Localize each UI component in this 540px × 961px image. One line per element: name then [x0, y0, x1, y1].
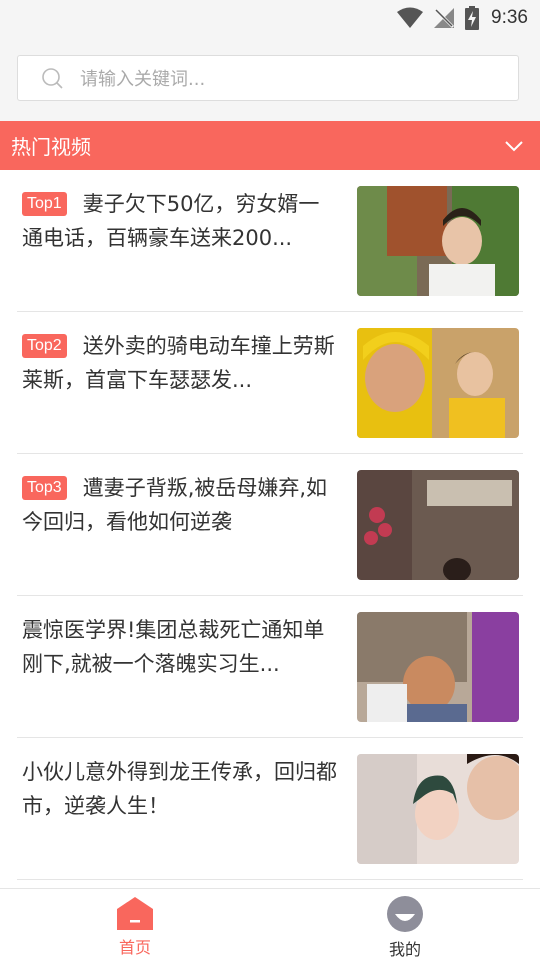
chevron-down-icon[interactable] [504, 140, 524, 152]
video-item-2[interactable]: Top2 送外卖的骑电动车撞上劳斯莱斯，首富下车瑟瑟发... [17, 312, 523, 454]
tab-mine[interactable]: 我的 [270, 889, 540, 961]
tab-mine-label: 我的 [388, 940, 421, 959]
tab-home-label: 首页 [118, 938, 151, 957]
search-area: 请输入关键词... [0, 36, 540, 121]
video-title-text: 小伙儿意外得到龙王传承，回归都市，逆袭人生！ [22, 760, 337, 818]
video-thumbnail[interactable] [357, 754, 519, 864]
search-placeholder: 请输入关键词... [80, 69, 206, 90]
wifi-icon [397, 7, 424, 28]
video-list: Top1 妻子欠下50亿，穷女婿一通电话，百辆豪车送来200... Top2 送外卖… [0, 170, 540, 880]
video-item-5[interactable]: 小伙儿意外得到龙王传承，回归都市，逆袭人生！ [17, 738, 523, 880]
video-item-1[interactable]: Top1 妻子欠下50亿，穷女婿一通电话，百辆豪车送来200... [17, 170, 523, 312]
rank-badge: Top2 [22, 334, 67, 358]
video-title: 小伙儿意外得到龙王传承，回归都市，逆袭人生！ [22, 755, 338, 823]
video-thumbnail[interactable] [357, 470, 519, 580]
video-item-3[interactable]: Top3 遭妻子背叛,被岳母嫌弃,如今回归，看他如何逆袭 [17, 454, 523, 596]
video-thumbnail[interactable] [357, 328, 519, 438]
video-title-text: 遭妻子背叛,被岳母嫌弃,如今回归，看他如何逆袭 [22, 476, 328, 534]
bottom-tab-bar: 首页 我的 [0, 888, 540, 961]
rank-badge: Top1 [22, 192, 67, 216]
rank-badge: Top3 [22, 476, 67, 500]
video-title-text: 送外卖的骑电动车撞上劳斯莱斯，首富下车瑟瑟发... [22, 334, 335, 392]
video-item-4[interactable]: 震惊医学界!集团总裁死亡通知单刚下,就被一个落魄实习生... [17, 596, 523, 738]
search-icon [42, 68, 63, 89]
section-title: 热门视频 [11, 135, 91, 159]
video-title: Top2 送外卖的骑电动车撞上劳斯莱斯，首富下车瑟瑟发... [22, 329, 338, 397]
no-signal-icon [433, 7, 455, 29]
video-title-text: 震惊医学界!集团总裁死亡通知单刚下,就被一个落魄实习生... [22, 618, 325, 676]
home-icon [117, 897, 153, 930]
profile-icon [387, 896, 423, 932]
tab-home[interactable]: 首页 [0, 889, 270, 961]
status-bar: 9:36 [0, 0, 540, 36]
video-thumbnail[interactable] [357, 186, 519, 296]
video-title: Top3 遭妻子背叛,被岳母嫌弃,如今回归，看他如何逆袭 [22, 471, 338, 539]
status-icons: 9:36 [397, 4, 528, 32]
battery-charging-icon [465, 6, 480, 30]
status-time: 9:36 [491, 7, 528, 28]
video-title: 震惊医学界!集团总裁死亡通知单刚下,就被一个落魄实习生... [22, 613, 338, 681]
hot-videos-header[interactable]: 热门视频 [0, 121, 540, 170]
search-input[interactable]: 请输入关键词... [17, 55, 519, 101]
video-thumbnail[interactable] [357, 612, 519, 722]
video-title: Top1 妻子欠下50亿，穷女婿一通电话，百辆豪车送来200... [22, 187, 338, 255]
